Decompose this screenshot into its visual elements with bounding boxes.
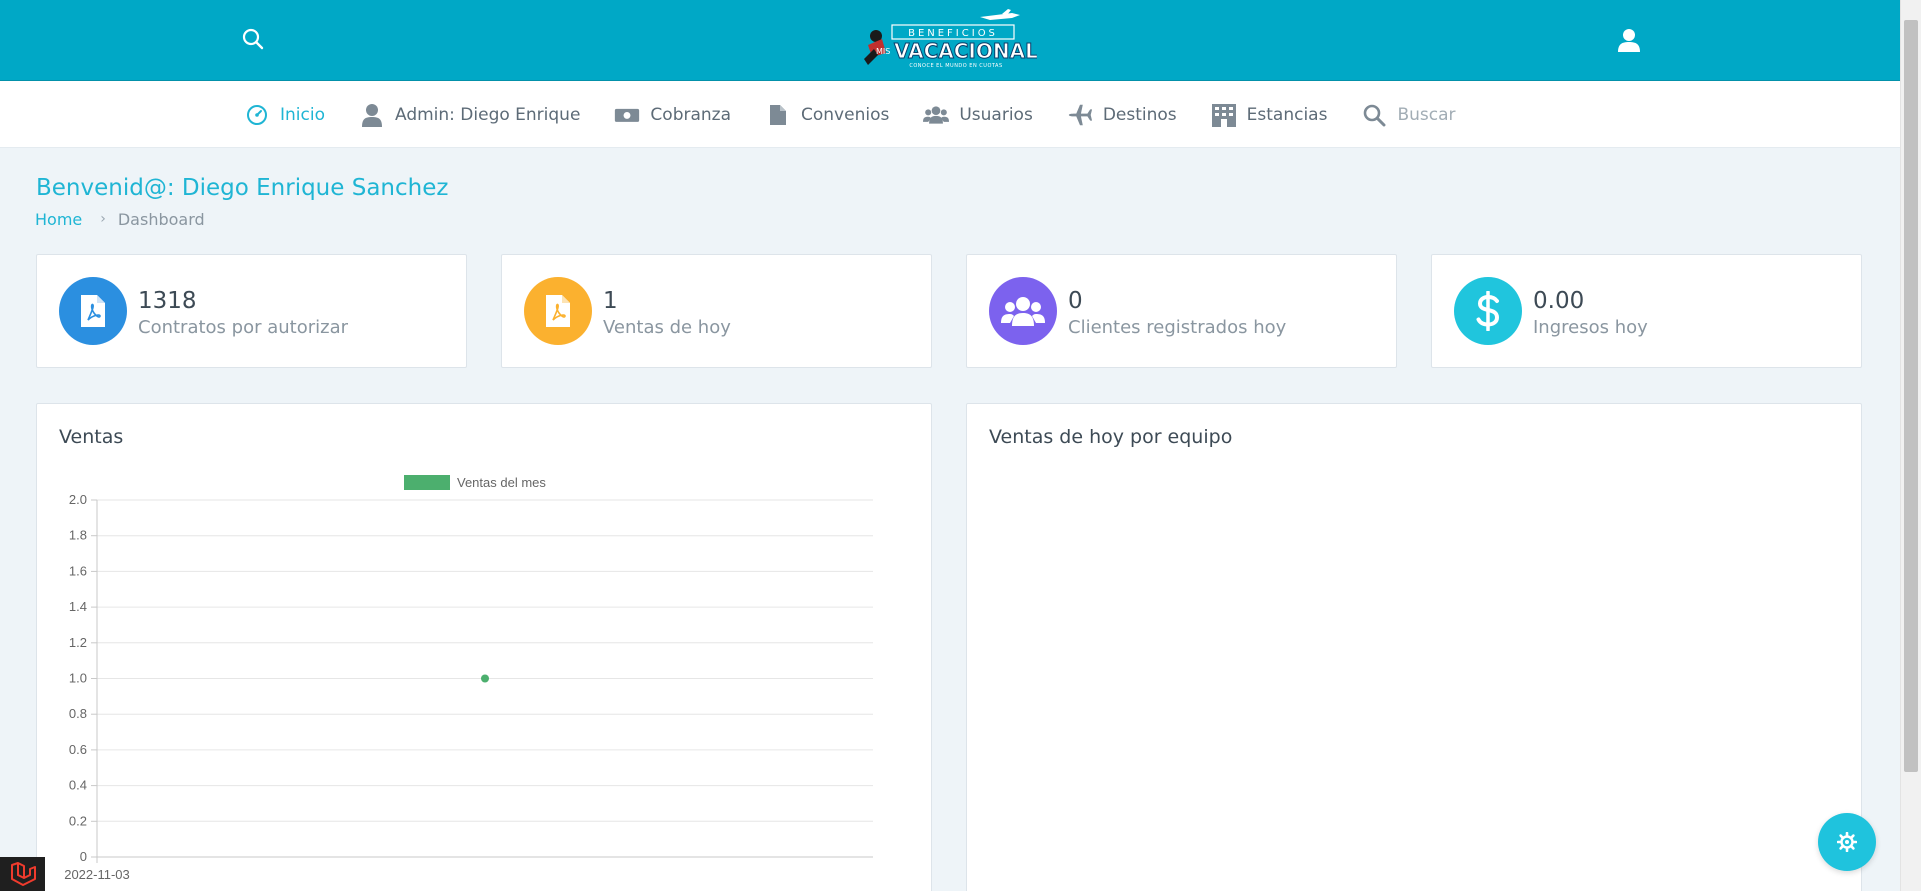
svg-text:VACACIONALES: VACACIONALES xyxy=(894,39,1037,63)
y-tick-label: 0.6 xyxy=(69,742,87,757)
nav-item-admin[interactable]: Admin: Diego Enrique xyxy=(359,81,580,148)
nav-item-usuarios[interactable]: Usuarios xyxy=(923,81,1033,148)
file-icon xyxy=(765,102,791,128)
dollar-icon xyxy=(1454,277,1522,345)
y-tick-label: 1.2 xyxy=(69,635,87,650)
stat-value: 0.00 xyxy=(1533,288,1585,314)
sales-chart: Ventas del mes 2.0 1.8 1.6 1.4 1.2 1.0 0.8 0.6 0.… xyxy=(64,475,873,882)
nav-item-buscar[interactable]: Buscar xyxy=(1361,81,1456,148)
nav-item-estancias[interactable]: Estancias xyxy=(1211,81,1328,148)
header-search-button[interactable] xyxy=(238,24,268,54)
stat-card-sales-today[interactable]: 1 Ventas de hoy xyxy=(501,254,932,368)
brand-logo[interactable]: BENEFICIOS MIS VACACIONALES CONOCE EL MU… xyxy=(862,9,1066,71)
nav-item-convenios[interactable]: Convenios xyxy=(765,81,889,148)
stat-value: 1318 xyxy=(138,288,197,314)
nav-item-label: Inicio xyxy=(280,104,325,125)
building-icon xyxy=(1211,102,1237,128)
nav-item-label: Cobranza xyxy=(650,104,732,125)
x-tick-label: 2022-11-03 xyxy=(64,867,130,882)
user-icon xyxy=(1618,29,1640,52)
plane-icon xyxy=(1067,102,1093,128)
nav-item-cobranza[interactable]: Cobranza xyxy=(614,81,731,148)
top-header: BENEFICIOS MIS VACACIONALES CONOCE EL MU… xyxy=(0,0,1900,81)
header-user-button[interactable] xyxy=(1614,24,1644,56)
users-icon xyxy=(989,277,1057,345)
y-tick-label: 1.0 xyxy=(69,671,87,686)
svg-text:BENEFICIOS: BENEFICIOS xyxy=(908,28,998,39)
nav-item-label: Buscar xyxy=(1397,104,1456,125)
breadcrumb: Home › Dashboard xyxy=(35,209,205,229)
nav-item-label: Admin: Diego Enrique xyxy=(394,104,581,125)
stat-label: Clientes registrados hoy xyxy=(1068,317,1287,338)
scrollbar-thumb[interactable] xyxy=(1904,20,1918,772)
svg-text:MIS: MIS xyxy=(876,47,890,56)
stat-card-contracts[interactable]: 1318 Contratos por autorizar xyxy=(36,254,467,368)
stat-label: Contratos por autorizar xyxy=(138,317,348,338)
stat-value: 0 xyxy=(1068,288,1083,314)
nav-item-destinos[interactable]: Destinos xyxy=(1067,81,1177,148)
svg-text:CONOCE EL MUNDO EN CUOTAS: CONOCE EL MUNDO EN CUOTAS xyxy=(909,63,1002,69)
y-tick-label: 1.4 xyxy=(69,599,87,614)
stat-label: Ingresos hoy xyxy=(1533,317,1648,338)
stat-card-new-clients[interactable]: 0 Clientes registrados hoy xyxy=(966,254,1397,368)
data-point xyxy=(481,674,489,683)
team-sales-panel: Ventas de hoy por equipo xyxy=(966,403,1862,891)
nav-item-label: Destinos xyxy=(1102,104,1177,125)
user-icon xyxy=(359,102,385,128)
panel-title: Ventas de hoy por equipo xyxy=(989,426,1233,448)
nav-item-label: Estancias xyxy=(1246,104,1328,125)
y-tick-label: 0.8 xyxy=(69,706,87,721)
breadcrumb-home-link[interactable]: Home xyxy=(35,210,82,229)
nav-item-label: Convenios xyxy=(801,104,890,125)
chevron-right-icon: › xyxy=(100,211,106,227)
sales-chart-panel: Ventas Ventas del mes 2.0 1.8 1.6 1.4 1.2 1.0 0… xyxy=(36,403,932,891)
stat-card-income-today[interactable]: 0.00 Ingresos hoy xyxy=(1431,254,1862,368)
pdf-file-icon xyxy=(59,277,127,345)
breadcrumb-current: Dashboard xyxy=(117,209,205,229)
laravel-logo-icon xyxy=(10,862,36,886)
dashboard-icon xyxy=(244,102,270,128)
legend-label: Ventas del mes xyxy=(457,475,546,490)
y-tick-label: 1.8 xyxy=(69,528,87,543)
debugbar-toggle[interactable] xyxy=(0,857,45,891)
gear-icon xyxy=(1837,832,1857,852)
y-tick-label: 0.2 xyxy=(69,813,87,828)
users-icon xyxy=(923,102,950,128)
nav-item-label: Usuarios xyxy=(959,104,1033,125)
y-tick-label: 2.0 xyxy=(69,492,87,507)
y-tick-label: 0 xyxy=(80,849,87,864)
page-title: Benvenid@: Diego Enrique Sanchez xyxy=(36,175,449,201)
nav-item-inicio[interactable]: Inicio xyxy=(244,81,325,148)
y-tick-label: 1.6 xyxy=(69,563,87,578)
stat-value: 1 xyxy=(603,288,618,314)
y-tick-label: 0.4 xyxy=(69,778,87,793)
pdf-file-icon xyxy=(524,277,592,345)
search-icon xyxy=(242,28,264,50)
stat-label: Ventas de hoy xyxy=(603,317,731,338)
page-scrollbar[interactable] xyxy=(1900,0,1921,891)
search-icon xyxy=(1361,102,1387,128)
main-nav: Inicio Admin: Diego Enrique Cobranza Con… xyxy=(0,81,1900,148)
legend-swatch xyxy=(404,475,450,490)
settings-button[interactable] xyxy=(1818,813,1876,871)
money-icon xyxy=(614,102,640,128)
